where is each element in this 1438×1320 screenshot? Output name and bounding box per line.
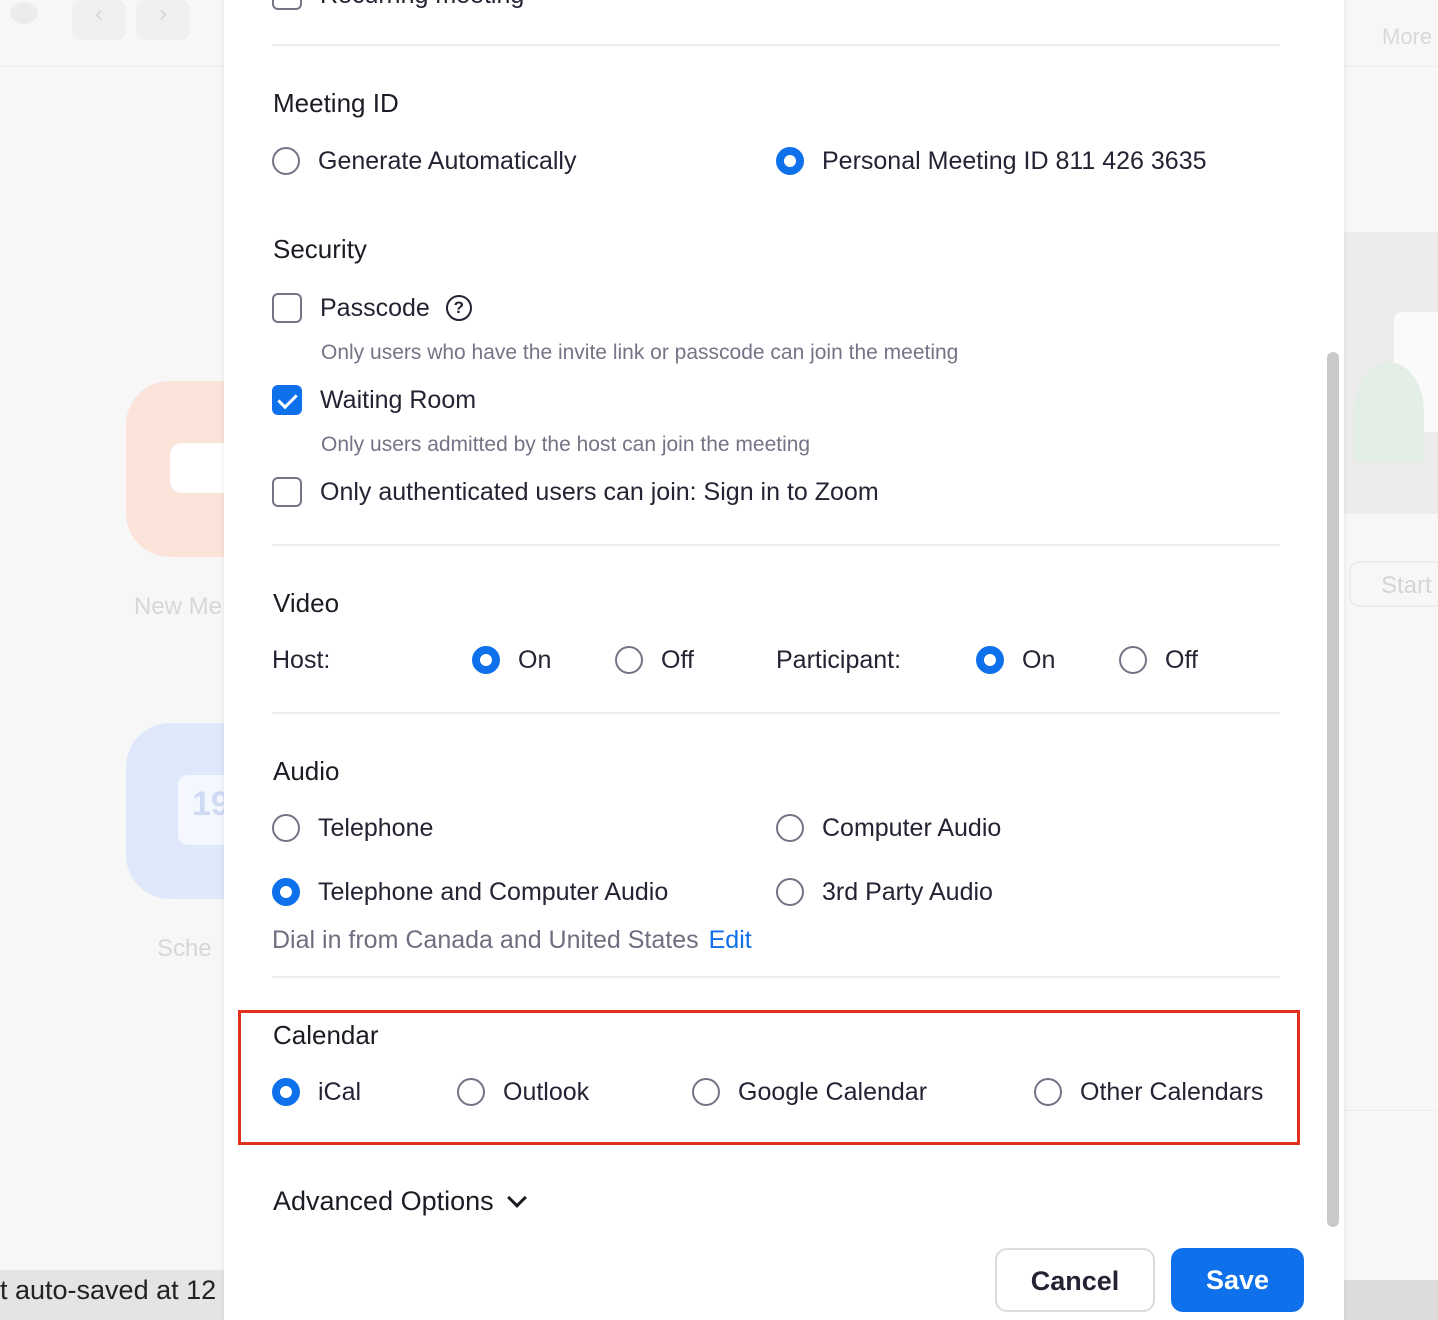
other-calendars-option[interactable]: Other Calendars [1034, 1075, 1263, 1109]
cancel-button[interactable]: Cancel [995, 1248, 1155, 1312]
advanced-options-label: Advanced Options [273, 1186, 494, 1216]
edit-dial-in-link[interactable]: Edit [709, 926, 752, 954]
telephone-label: Telephone [318, 813, 434, 842]
background-divider [1344, 1110, 1438, 1111]
outlook-option[interactable]: Outlook [457, 1075, 589, 1109]
host-video-off-radio[interactable] [615, 646, 643, 674]
window-control-icon [10, 2, 38, 24]
host-video-off-option[interactable]: Off [615, 643, 694, 677]
host-video-on-label: On [518, 645, 552, 674]
computer-audio-label: Computer Audio [822, 813, 1002, 842]
recurring-meeting-option[interactable]: Recurring meeting [272, 0, 524, 10]
other-calendars-label: Other Calendars [1080, 1077, 1264, 1106]
outlook-radio[interactable] [457, 1078, 485, 1106]
save-button[interactable]: Save [1171, 1248, 1304, 1312]
waiting-room-hint: Only users admitted by the host can join… [321, 433, 811, 456]
new-meeting-label: New Me [134, 593, 223, 620]
waiting-room-option[interactable]: Waiting Room [272, 383, 476, 417]
recurring-meeting-checkbox[interactable] [272, 0, 302, 10]
authenticated-users-checkbox[interactable] [272, 477, 302, 507]
participant-video-label: Participant: [776, 646, 902, 674]
third-party-audio-option[interactable]: 3rd Party Audio [776, 875, 993, 909]
generate-automatically-option[interactable]: Generate Automatically [272, 144, 576, 178]
ical-option[interactable]: iCal [272, 1075, 361, 1109]
background-illustration [1344, 232, 1438, 514]
third-party-audio-radio[interactable] [776, 878, 804, 906]
telephone-and-computer-audio-label: Telephone and Computer Audio [318, 877, 669, 906]
outlook-label: Outlook [503, 1077, 590, 1106]
participant-video-on-option[interactable]: On [976, 643, 1055, 677]
telephone-radio[interactable] [272, 814, 300, 842]
schedule-label: Sche [157, 935, 212, 962]
host-video-on-option[interactable]: On [472, 643, 551, 677]
participant-video-on-radio[interactable] [976, 646, 1004, 674]
passcode-label: Passcode [320, 293, 430, 322]
section-divider [272, 712, 1280, 714]
participant-video-off-label: Off [1165, 645, 1198, 674]
help-question-icon[interactable]: ? [445, 295, 472, 321]
host-video-on-radio[interactable] [472, 646, 500, 674]
dial-in-info: Dial in from Canada and United States Edi… [272, 926, 752, 955]
third-party-audio-label: 3rd Party Audio [822, 877, 993, 906]
calendar-title: Calendar [273, 1020, 379, 1050]
section-divider [272, 44, 1280, 46]
computer-audio-radio[interactable] [776, 814, 804, 842]
participant-video-off-option[interactable]: Off [1119, 643, 1198, 677]
participant-video-off-radio[interactable] [1119, 646, 1147, 674]
waiting-room-label: Waiting Room [320, 385, 477, 414]
start-button-background: Start [1349, 561, 1438, 607]
dial-in-text: Dial in from Canada and United States [272, 926, 699, 954]
section-divider [272, 976, 1280, 978]
google-calendar-radio[interactable] [692, 1078, 720, 1106]
autosave-status-text: t auto-saved at 12 [0, 1270, 224, 1320]
telephone-option[interactable]: Telephone [272, 811, 433, 845]
authenticated-users-label: Only authenticated users can join: Sign … [320, 477, 879, 506]
security-title: Security [273, 234, 367, 264]
recurring-meeting-label: Recurring meeting [320, 0, 524, 10]
google-calendar-label: Google Calendar [738, 1077, 928, 1106]
other-calendars-radio[interactable] [1034, 1078, 1062, 1106]
computer-audio-option[interactable]: Computer Audio [776, 811, 1001, 845]
background-bottom-strip [1344, 1280, 1438, 1320]
generate-automatically-label: Generate Automatically [318, 146, 577, 175]
back-arrow-icon: ‹ [72, 0, 126, 40]
host-video-label: Host: [272, 646, 331, 674]
ical-label: iCal [318, 1077, 362, 1106]
telephone-and-computer-audio-radio[interactable] [272, 878, 300, 906]
waiting-room-checkbox[interactable] [272, 385, 302, 415]
personal-meeting-id-option[interactable]: Personal Meeting ID 811 426 3635 [776, 144, 1207, 178]
authenticated-users-option[interactable]: Only authenticated users can join: Sign … [272, 475, 879, 509]
plant-icon [1354, 362, 1424, 462]
dialog-scrollbar[interactable] [1327, 352, 1339, 1227]
video-title: Video [273, 588, 340, 618]
personal-meeting-id-label: Personal Meeting ID 811 426 3635 [822, 146, 1207, 175]
ical-radio[interactable] [272, 1078, 300, 1106]
passcode-option[interactable]: Passcode ? [272, 291, 472, 325]
host-video-off-label: Off [661, 645, 694, 674]
forward-arrow-icon: › [136, 0, 190, 40]
google-calendar-option[interactable]: Google Calendar [692, 1075, 927, 1109]
participant-video-on-label: On [1022, 645, 1056, 674]
advanced-options-toggle[interactable]: Advanced Options [273, 1186, 527, 1217]
telephone-and-computer-audio-option[interactable]: Telephone and Computer Audio [272, 875, 668, 909]
audio-title: Audio [273, 756, 340, 786]
section-divider [272, 544, 1280, 546]
passcode-hint: Only users who have the invite link or p… [321, 341, 959, 364]
passcode-checkbox[interactable] [272, 293, 302, 323]
more-tab-label: More [1382, 24, 1433, 49]
meeting-id-title: Meeting ID [273, 88, 399, 118]
generate-automatically-radio[interactable] [272, 147, 300, 175]
schedule-meeting-dialog: Recurring meeting Meeting ID Generate Au… [224, 0, 1344, 1320]
chevron-down-icon [506, 1187, 527, 1208]
personal-meeting-id-radio[interactable] [776, 147, 804, 175]
